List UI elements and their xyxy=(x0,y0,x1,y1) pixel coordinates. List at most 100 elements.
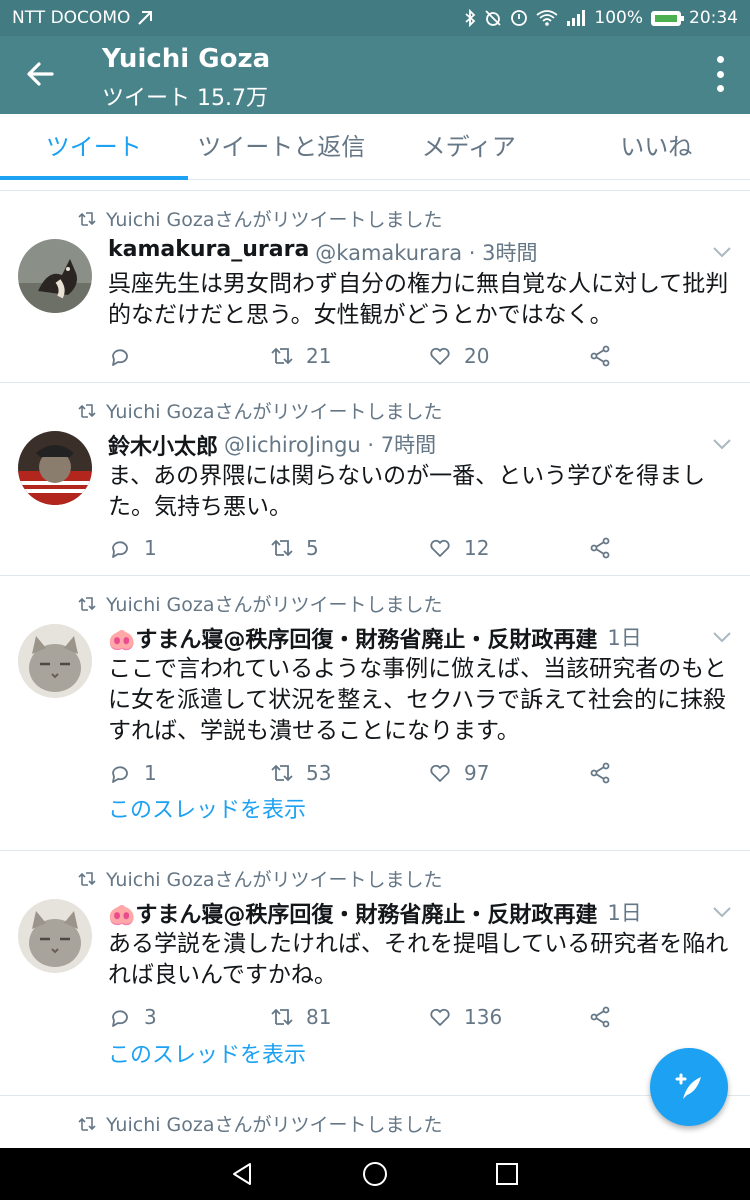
retweet-icon xyxy=(271,347,293,365)
avatar[interactable] xyxy=(18,431,92,505)
carrier-label: NTT DOCOMO xyxy=(12,8,131,28)
like-button[interactable]: 12 xyxy=(428,536,489,560)
profile-tabs: ツイート ツイートと返信 メディア いいね xyxy=(0,114,750,180)
tweet-text: 呉座先生は男女問わず自分の権力に無自覚な人に対して批判的なだけだと思う。女性観が… xyxy=(108,271,729,328)
share-button[interactable] xyxy=(588,1005,612,1029)
like-button[interactable]: 97 xyxy=(428,761,489,785)
retweet-icon xyxy=(78,871,96,886)
reply-icon xyxy=(112,1010,128,1027)
like-button[interactable]: 20 xyxy=(428,344,489,368)
tweet-card[interactable]: Yuichi Gozaさんがリツイートしました xyxy=(0,1095,750,1155)
battery-icon xyxy=(651,10,684,26)
tab-likes[interactable]: いいね xyxy=(563,114,750,179)
author-name[interactable]: 鈴木小太郎 xyxy=(108,429,218,461)
retweet-count: 81 xyxy=(306,1005,332,1029)
nfc-icon xyxy=(138,11,153,25)
tweet-header: 🐽すまん寝@秩序回復・財務省廃止・反財政再建 1日 xyxy=(108,897,714,929)
alarm-off-icon xyxy=(485,10,502,26)
reply-button[interactable]: 1 xyxy=(108,536,157,560)
overflow-menu-icon[interactable] xyxy=(714,56,726,92)
retweet-button[interactable]: 5 xyxy=(270,536,319,560)
nav-back-icon[interactable] xyxy=(228,1160,256,1188)
retweet-label: Yuichi Gozaさんがリツイートしました xyxy=(106,401,443,423)
heart-icon xyxy=(430,347,450,365)
retweet-icon xyxy=(271,1008,293,1026)
vibrate-icon xyxy=(511,10,528,26)
tweet-header: kamakura_urara @kamakurara · 3時間 xyxy=(108,237,714,267)
share-button[interactable] xyxy=(588,761,612,785)
share-icon xyxy=(590,1006,610,1028)
tweet-actions: 1 5 12 xyxy=(108,535,628,561)
retweet-icon xyxy=(78,596,96,611)
tweet-card[interactable]: Yuichi Gozaさんがリツイートしました 🐽すまん寝@秩序回復・財務省廃止… xyxy=(0,850,750,1095)
share-icon xyxy=(590,762,610,784)
retweet-icon xyxy=(78,211,96,226)
avatar[interactable] xyxy=(18,239,92,313)
heart-icon xyxy=(430,1008,450,1026)
chevron-down-icon[interactable] xyxy=(712,630,732,644)
nav-recents-icon[interactable] xyxy=(493,1160,521,1188)
status-bar: NTT DOCOMO 100% 20:34 xyxy=(0,0,750,36)
reply-icon xyxy=(112,541,128,558)
chevron-down-icon[interactable] xyxy=(712,245,732,259)
share-icon xyxy=(590,345,610,367)
system-nav-bar xyxy=(0,1148,750,1200)
retweet-icon xyxy=(271,539,293,557)
avatar[interactable] xyxy=(18,624,92,698)
retweet-button[interactable]: 53 xyxy=(270,761,331,785)
author-name[interactable]: kamakura_urara xyxy=(108,237,309,267)
author-name[interactable]: 🐽すまん寝@秩序回復・財務省廃止・反財政再建 xyxy=(108,897,597,929)
compose-tweet-button[interactable] xyxy=(650,1048,728,1126)
profile-name-title: Yuichi Goza xyxy=(102,44,271,74)
retweet-label: Yuichi Gozaさんがリツイートしました xyxy=(106,1114,443,1136)
tab-media[interactable]: メディア xyxy=(375,114,563,179)
post-time: 1日 xyxy=(607,901,642,925)
retweet-count: 21 xyxy=(306,344,332,368)
tweet-header: 鈴木小太郎 @IichiroJingu · 7時間 xyxy=(108,429,714,461)
retweet-icon xyxy=(78,403,96,418)
tweet-card[interactable]: Yuichi Gozaさんがリツイートしました kamakura_urara @… xyxy=(0,190,750,382)
nav-home-icon[interactable] xyxy=(361,1160,389,1188)
reply-button[interactable]: 1 xyxy=(108,761,157,785)
avatar[interactable] xyxy=(18,899,92,973)
retweet-button[interactable]: 81 xyxy=(270,1005,331,1029)
author-name[interactable]: 🐽すまん寝@秩序回復・財務省廃止・反財政再建 xyxy=(108,622,597,654)
retweet-icon xyxy=(78,1116,96,1131)
tweet-card[interactable]: Yuichi Gozaさんがリツイートしました 🐽すまん寝@秩序回復・財務省廃止… xyxy=(0,575,750,850)
tab-tweets[interactable]: ツイート xyxy=(0,114,188,180)
back-arrow-icon[interactable] xyxy=(22,56,58,92)
reply-button[interactable]: 3 xyxy=(108,1005,157,1029)
reply-count: 3 xyxy=(144,1005,157,1029)
tweet-actions: 3 81 136 xyxy=(108,1004,628,1030)
show-thread-link[interactable]: このスレッドを表示 xyxy=(108,1037,306,1069)
like-count: 97 xyxy=(464,761,490,785)
author-handle-time: @kamakurara · 3時間 xyxy=(315,241,538,265)
tweet-header: 🐽すまん寝@秩序回復・財務省廃止・反財政再建 1日 xyxy=(108,622,714,654)
retweet-button[interactable]: 21 xyxy=(270,344,331,368)
reply-button[interactable] xyxy=(108,344,144,368)
tweet-actions: 21 20 xyxy=(108,343,628,369)
battery-percent: 100% xyxy=(594,8,643,28)
chevron-down-icon[interactable] xyxy=(712,437,732,451)
retweet-count: 5 xyxy=(306,536,319,560)
share-button[interactable] xyxy=(588,344,612,368)
retweet-label: Yuichi Gozaさんがリツイートしました xyxy=(106,869,443,891)
tab-tweets-and-replies[interactable]: ツイートと返信 xyxy=(188,114,376,179)
tweet-count: ツイート 15.7万 xyxy=(102,86,268,111)
retweet-indicator: Yuichi Gozaさんがリツイートしました xyxy=(78,865,443,892)
retweet-indicator: Yuichi Gozaさんがリツイートしました xyxy=(78,205,443,232)
like-count: 136 xyxy=(464,1005,503,1029)
show-thread-link[interactable]: このスレッドを表示 xyxy=(108,792,306,824)
chevron-down-icon[interactable] xyxy=(712,905,732,919)
compose-feather-icon xyxy=(675,1073,701,1099)
like-button[interactable]: 136 xyxy=(428,1005,502,1029)
bluetooth-icon xyxy=(465,9,476,27)
like-count: 12 xyxy=(464,536,490,560)
tweet-card[interactable]: Yuichi Gozaさんがリツイートしました 鈴木小太郎 @IichiroJi… xyxy=(0,382,750,575)
author-handle-time: @IichiroJingu · 7時間 xyxy=(224,433,437,457)
reply-icon xyxy=(112,766,128,783)
heart-icon xyxy=(430,764,450,782)
reply-count: 1 xyxy=(144,761,157,785)
share-button[interactable] xyxy=(588,536,612,560)
tweet-text: ここで言われているような事例に倣えば、当該研究者のもとに女を派遣して状況を整え、… xyxy=(108,656,727,744)
